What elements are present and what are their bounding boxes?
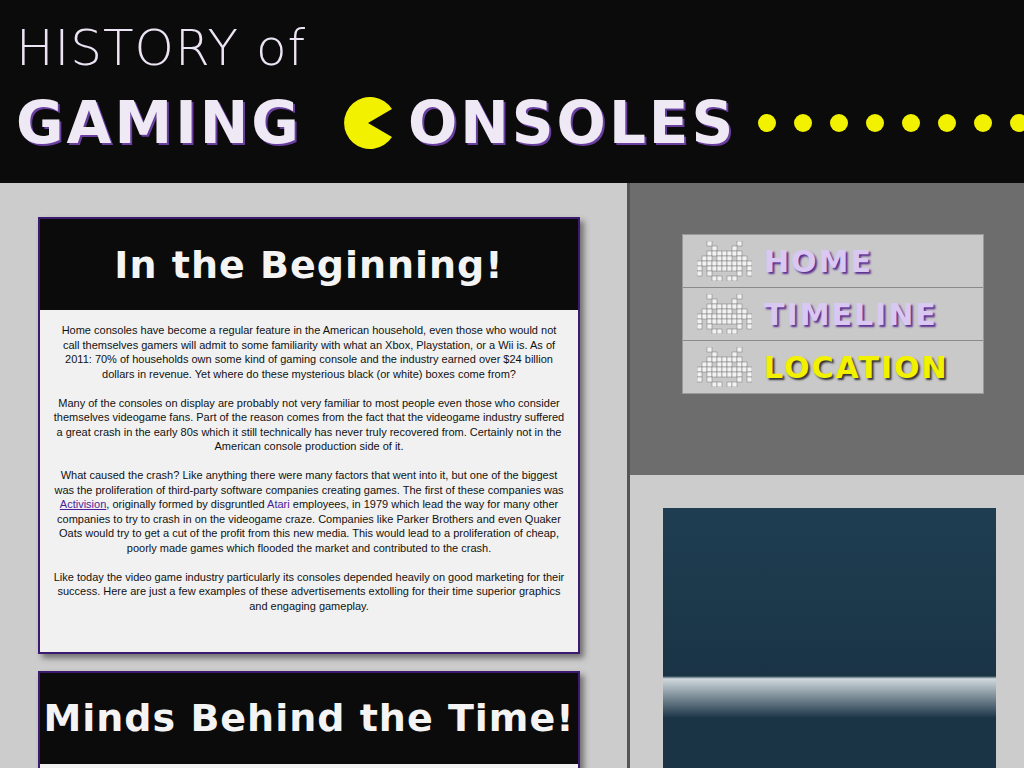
pellet-dot	[830, 114, 848, 132]
article-paragraph: Home consoles have become a regular feat…	[52, 323, 566, 381]
advertisement-photo	[663, 508, 996, 768]
article-paragraph: Like today the video game industry parti…	[52, 570, 566, 614]
nav-item[interactable]: LOCATION	[683, 341, 983, 393]
article-title: In the Beginning!	[40, 219, 578, 310]
article-body	[40, 764, 578, 768]
nav-panel: HOME TIMELINE LOCATION	[630, 183, 1024, 475]
nav-item[interactable]: TIMELINE	[683, 288, 983, 341]
article-body: Home consoles have become a regular feat…	[40, 310, 578, 652]
space-invader-icon	[697, 347, 752, 387]
header-title: GAMING ONSOLES	[16, 88, 1024, 158]
photo-area	[630, 475, 1024, 768]
article-card: Minds Behind the Time!	[38, 671, 580, 768]
pellet-dot	[866, 114, 884, 132]
pellet-dot	[758, 114, 776, 132]
pellet-dot	[974, 114, 992, 132]
article-link[interactable]: Activision	[60, 498, 106, 510]
nav-label: TIMELINE	[764, 297, 938, 332]
header-subtitle: HISTORY of	[16, 18, 1024, 78]
space-invader-icon	[697, 241, 752, 281]
article-paragraph: Many of the consoles on display are prob…	[52, 396, 566, 454]
pellet-dot	[938, 114, 956, 132]
pellet-dots	[758, 114, 1024, 132]
content-column: In the Beginning! Home consoles have beco…	[0, 183, 630, 768]
nav-label: LOCATION	[764, 350, 949, 385]
article-link[interactable]: Atari	[267, 498, 290, 510]
article-card: In the Beginning! Home consoles have beco…	[38, 217, 580, 654]
nav-menu: HOME TIMELINE LOCATION	[682, 234, 984, 394]
title-word: GAMING	[16, 88, 302, 158]
space-invader-icon	[697, 294, 752, 334]
pellet-dot	[1010, 114, 1024, 132]
article-paragraph: What caused the crash? Like anything the…	[52, 468, 566, 555]
article-title: Minds Behind the Time!	[40, 673, 578, 764]
nav-label: HOME	[764, 244, 873, 279]
page: HISTORY of GAMING ONSOLES In the Beginning!…	[0, 0, 1024, 768]
title-word: ONSOLES	[408, 88, 736, 158]
pellet-dot	[902, 114, 920, 132]
site-header: HISTORY of GAMING ONSOLES	[0, 0, 1024, 183]
pellet-dot	[794, 114, 812, 132]
pacman-icon	[342, 97, 394, 149]
nav-item[interactable]: HOME	[683, 235, 983, 288]
side-column: HOME TIMELINE LOCATION	[630, 183, 1024, 768]
